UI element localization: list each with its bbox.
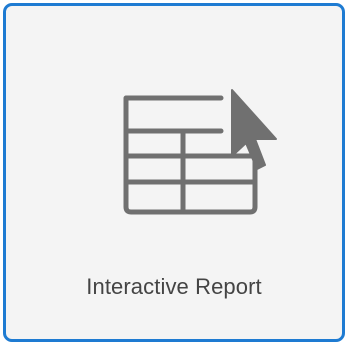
interactive-report-tile[interactable]: Interactive Report bbox=[3, 3, 345, 342]
tile-label: Interactive Report bbox=[86, 274, 262, 299]
table-with-cursor-icon bbox=[123, 89, 277, 215]
